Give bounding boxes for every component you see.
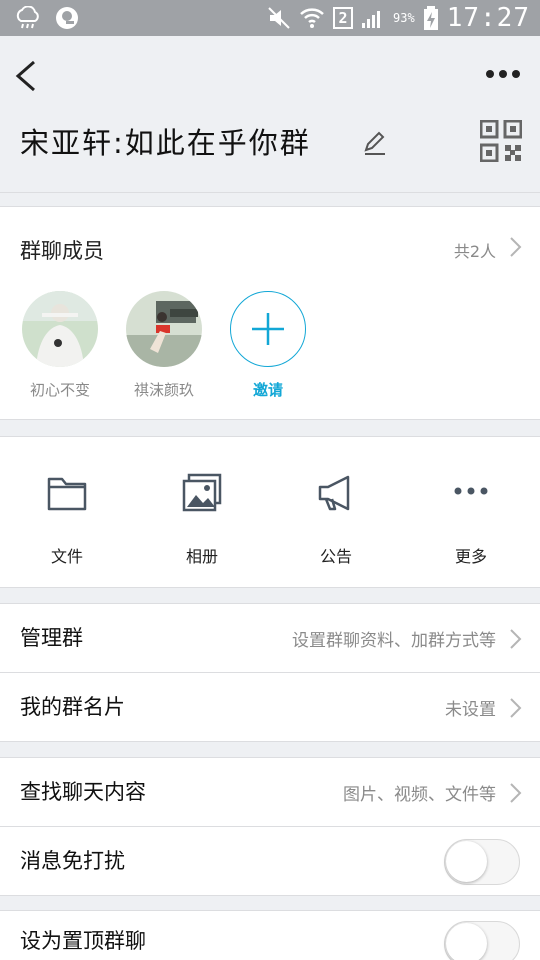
qr-code-icon[interactable] xyxy=(480,120,522,162)
tool-label: 文件 xyxy=(50,547,83,566)
avatar[interactable] xyxy=(22,291,98,367)
sim-slot-badge: 2 xyxy=(333,7,354,29)
battery-charging-icon xyxy=(423,6,438,30)
dot-icon xyxy=(486,70,494,78)
members-title: 群聊成员 xyxy=(20,239,104,263)
more-menu-button[interactable] xyxy=(486,66,526,82)
row-label: 设为置顶群聊 xyxy=(20,929,146,953)
invite-button[interactable]: 邀请 xyxy=(218,291,318,400)
chevron-right-icon xyxy=(510,629,522,649)
row-label: 管理群 xyxy=(20,626,83,650)
wifi-icon xyxy=(300,8,324,28)
member-name: 祺沫颜玖 xyxy=(133,381,194,399)
toggle-knob xyxy=(446,841,487,882)
tool-files[interactable]: 文件 xyxy=(17,471,117,567)
album-icon xyxy=(182,473,222,512)
megaphone-icon xyxy=(318,475,350,511)
row-my-group-card[interactable]: 我的群名片 未设置 xyxy=(0,673,540,741)
group-header: 宋亚轩:如此在乎你群 xyxy=(0,36,540,193)
row-value: 未设置 xyxy=(445,700,496,720)
row-value: 图片、视频、文件等 xyxy=(343,785,496,805)
row-label: 我的群名片 xyxy=(20,695,125,719)
divider xyxy=(0,741,540,742)
row-manage-group[interactable]: 管理群 设置群聊资料、加群方式等 xyxy=(0,604,540,672)
battery-percent: 93% xyxy=(393,11,415,25)
member-name: 初心不变 xyxy=(29,381,90,399)
group-title: 宋亚轩:如此在乎你群 xyxy=(20,126,311,160)
member-item[interactable]: 祺沫颜玖 xyxy=(114,291,214,400)
more-dots-icon xyxy=(454,487,488,495)
avatar[interactable] xyxy=(126,291,202,367)
member-count[interactable]: 共2人 xyxy=(454,238,496,262)
member-item[interactable]: 初心不变 xyxy=(10,291,110,400)
chevron-right-icon xyxy=(510,783,522,803)
status-bar: 2 93% 17:27 xyxy=(0,0,540,36)
row-label: 查找聊天内容 xyxy=(20,780,146,804)
signal-icon xyxy=(362,11,381,28)
clock: 17:27 xyxy=(446,3,530,33)
tool-label: 相册 xyxy=(185,547,218,566)
row-value: 设置群聊资料、加群方式等 xyxy=(292,631,496,651)
invite-avatar[interactable] xyxy=(230,291,306,367)
tool-album[interactable]: 相册 xyxy=(152,471,252,567)
chat-app-icon xyxy=(56,7,78,29)
members-card: 群聊成员 共2人 初心不变 祺沫颜玖 邀请 xyxy=(0,206,540,420)
tool-more[interactable]: 更多 xyxy=(421,471,521,567)
tool-announcement[interactable]: 公告 xyxy=(286,471,386,567)
chevron-right-icon[interactable] xyxy=(508,236,522,258)
dot-icon xyxy=(512,70,520,78)
tool-label: 更多 xyxy=(454,547,487,566)
row-do-not-disturb: 消息免打扰 xyxy=(0,827,540,895)
row-search-history[interactable]: 查找聊天内容 图片、视频、文件等 xyxy=(0,758,540,826)
dot-icon xyxy=(499,70,507,78)
chevron-right-icon xyxy=(510,698,522,718)
row-pin-chat: 设为置顶群聊 xyxy=(0,911,540,960)
back-arrow-icon[interactable] xyxy=(12,58,42,94)
tools-card: 文件 相册 公告 更多 xyxy=(0,436,540,588)
mute-icon xyxy=(268,7,290,29)
folder-icon xyxy=(47,477,87,511)
pin-chat-toggle[interactable] xyxy=(444,921,520,960)
row-label: 消息免打扰 xyxy=(20,849,125,873)
invite-label: 邀请 xyxy=(252,381,283,399)
tool-label: 公告 xyxy=(319,547,352,566)
divider xyxy=(0,895,540,896)
do-not-disturb-toggle[interactable] xyxy=(444,839,520,885)
toggle-knob xyxy=(446,923,487,960)
plus-icon xyxy=(251,312,284,345)
cloud-rain-icon xyxy=(16,6,39,29)
edit-pencil-icon[interactable] xyxy=(362,130,388,156)
